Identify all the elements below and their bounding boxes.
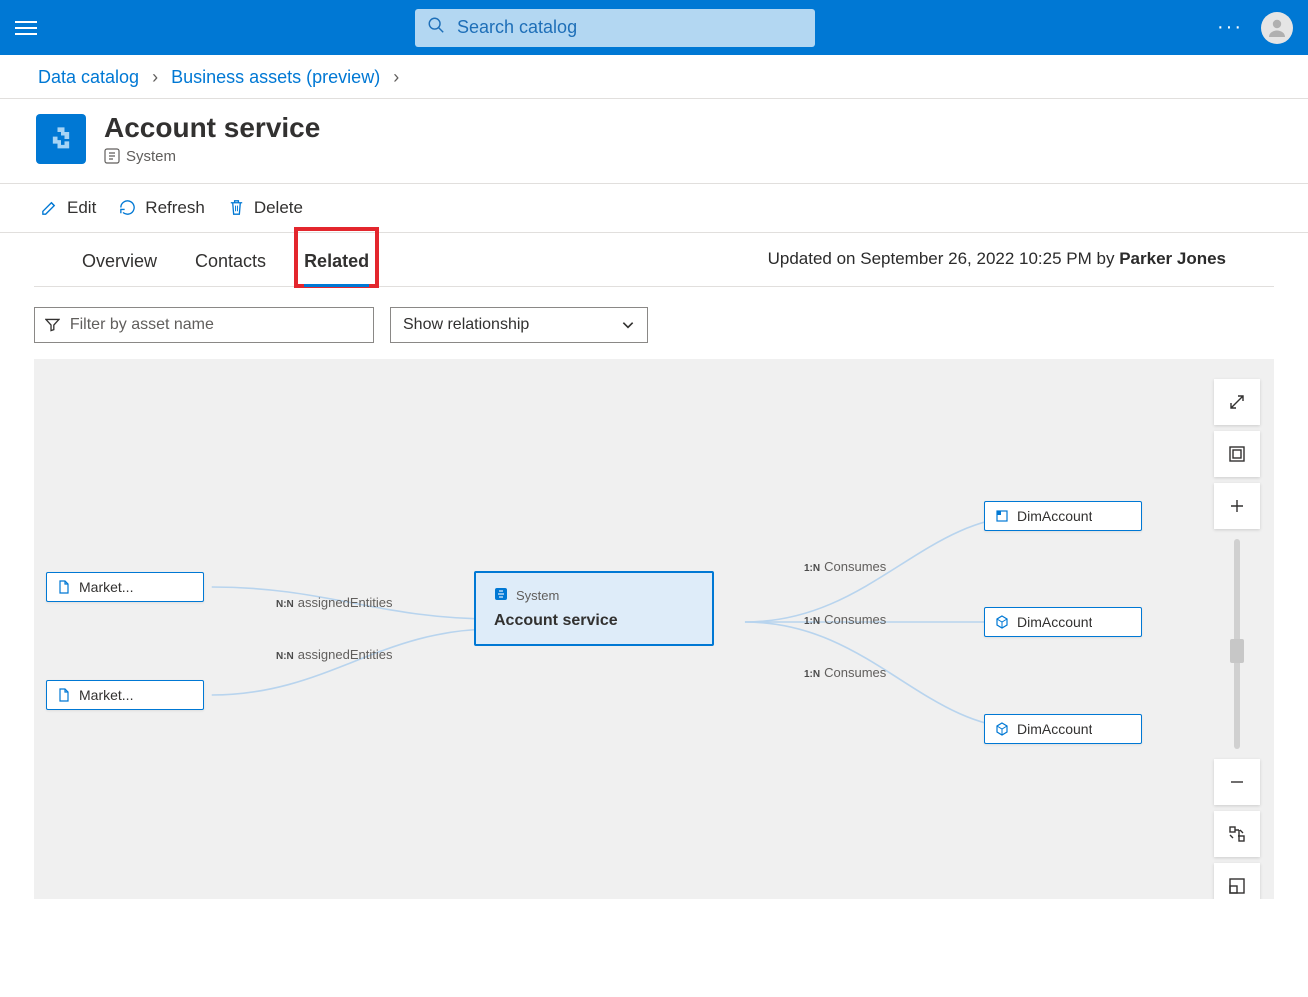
file-icon [57, 688, 71, 702]
topbar: ··· [0, 0, 1308, 55]
table-icon [995, 509, 1009, 523]
graph-node-center[interactable]: System Account service [474, 571, 714, 646]
expand-button[interactable] [1214, 379, 1260, 425]
controls-row: Show relationship [0, 287, 1308, 359]
fit-button[interactable] [1214, 431, 1260, 477]
zoom-thumb[interactable] [1230, 639, 1244, 663]
canvas-tools [1214, 379, 1260, 899]
tab-row: Overview Contacts Related Updated on Sep… [34, 233, 1274, 287]
delete-button[interactable]: Delete [227, 198, 303, 218]
edge-label: N:NassignedEntities [276, 595, 392, 610]
tab-related[interactable]: Related [304, 233, 369, 286]
refresh-button[interactable]: Refresh [118, 198, 205, 218]
command-bar: Edit Refresh Delete [0, 184, 1308, 233]
avatar[interactable] [1261, 12, 1293, 44]
layout-button[interactable] [1214, 811, 1260, 857]
edge-label: 1:NConsumes [804, 612, 886, 627]
edit-icon [40, 198, 59, 217]
graph-node-market[interactable]: Market... [46, 680, 204, 710]
asset-type-icon [36, 114, 86, 164]
breadcrumb-item-assets[interactable]: Business assets (preview) [171, 67, 380, 87]
search-input[interactable] [455, 16, 803, 39]
updated-text: Updated on September 26, 2022 10:25 PM b… [768, 249, 1226, 269]
chevron-right-icon: › [152, 67, 158, 87]
delete-icon [227, 198, 246, 217]
graph-node-market[interactable]: Market... [46, 572, 204, 602]
graph-node-dimaccount[interactable]: DimAccount [984, 607, 1142, 637]
zoom-out-button[interactable] [1214, 759, 1260, 805]
zoom-in-button[interactable] [1214, 483, 1260, 529]
more-button[interactable]: ··· [1217, 16, 1243, 39]
menu-button[interactable] [15, 13, 45, 43]
edit-button[interactable]: Edit [40, 198, 96, 218]
edge-label: 1:NConsumes [804, 665, 886, 680]
relationship-dropdown[interactable]: Show relationship [390, 307, 648, 343]
asset-subtype: System [104, 148, 320, 165]
canvas-wrap: Market... Market... N:NassignedEntities … [34, 359, 1274, 899]
refresh-icon [118, 198, 137, 217]
filter-input[interactable] [68, 315, 363, 335]
system-icon [104, 148, 120, 164]
breadcrumb: Data catalog › Business assets (preview)… [0, 55, 1308, 99]
filter-box[interactable] [34, 307, 374, 343]
cube-icon [995, 722, 1009, 736]
minimap-button[interactable] [1214, 863, 1260, 899]
asset-header: Account service System [0, 99, 1308, 184]
cube-icon [995, 615, 1009, 629]
lineage-canvas[interactable]: Market... Market... N:NassignedEntities … [34, 359, 1274, 899]
edge-label: 1:NConsumes [804, 559, 886, 574]
tab-overview[interactable]: Overview [82, 233, 157, 286]
search-box[interactable] [415, 9, 815, 47]
search-icon [427, 16, 455, 39]
tab-contacts[interactable]: Contacts [195, 233, 266, 286]
system-icon [494, 587, 508, 604]
file-icon [57, 580, 71, 594]
chevron-right-icon: › [393, 67, 399, 87]
chevron-down-icon [621, 318, 635, 332]
graph-node-dimaccount[interactable]: DimAccount [984, 501, 1142, 531]
zoom-slider[interactable] [1234, 539, 1240, 749]
filter-icon [45, 317, 60, 333]
edge-label: N:NassignedEntities [276, 647, 392, 662]
breadcrumb-item-catalog[interactable]: Data catalog [38, 67, 139, 87]
page-title: Account service [104, 113, 320, 144]
graph-node-dimaccount[interactable]: DimAccount [984, 714, 1142, 744]
